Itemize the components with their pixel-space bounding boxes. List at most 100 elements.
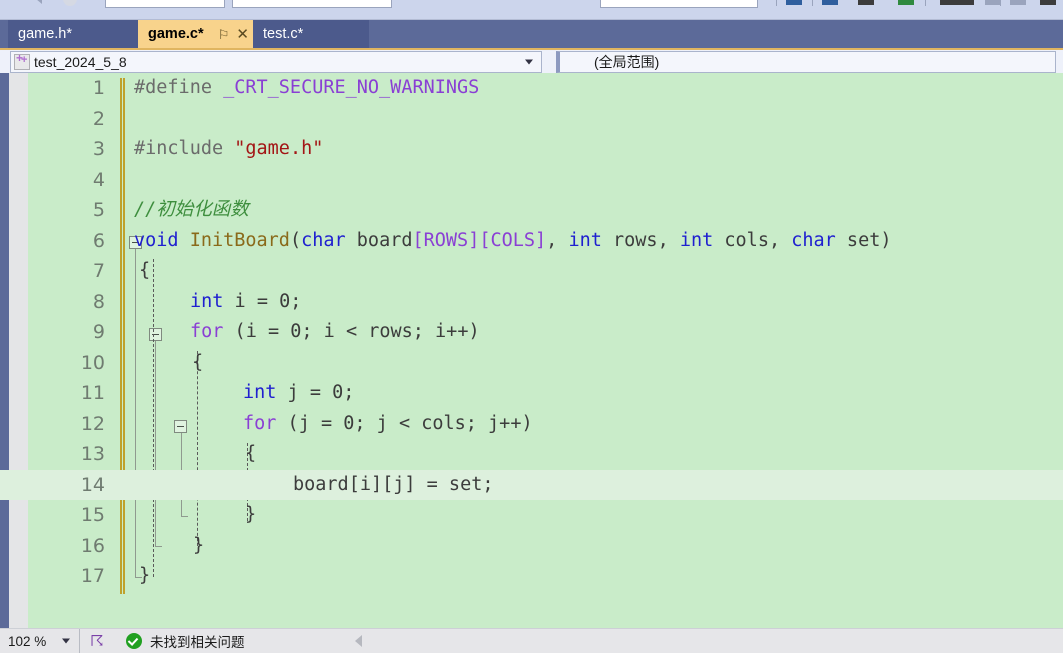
zoom-level-value: 102 % bbox=[8, 633, 47, 649]
code-line[interactable]: 15 } bbox=[0, 500, 1063, 531]
token-cols-macro: COLS bbox=[490, 229, 536, 251]
horizontal-scroll-left-arrow[interactable] bbox=[354, 635, 362, 647]
visual-studio-window: game.h* game.c* ⚐ ✕ test.c* test_2024_5_… bbox=[0, 0, 1063, 653]
panel-icon[interactable] bbox=[985, 0, 1001, 5]
line-text: int j = 0; bbox=[243, 378, 354, 409]
list-icon[interactable] bbox=[1010, 0, 1026, 5]
token-for: for bbox=[190, 321, 224, 342]
line-text: } bbox=[193, 534, 205, 556]
line-number: 8 bbox=[92, 290, 105, 313]
code-line[interactable]: 8 int i = 0; bbox=[0, 287, 1063, 318]
close-icon[interactable]: ✕ bbox=[236, 27, 249, 42]
project-name: test_2024_5_8 bbox=[34, 54, 127, 70]
tab-game-c[interactable]: game.c* ⚐ ✕ bbox=[138, 20, 253, 48]
redo-circle-icon[interactable] bbox=[63, 0, 77, 6]
undo-arrow-icon[interactable] bbox=[36, 0, 42, 4]
platform-combo[interactable] bbox=[232, 0, 392, 8]
main-toolbar bbox=[0, 0, 1063, 20]
code-line[interactable]: 17 } bbox=[0, 561, 1063, 592]
code-line[interactable]: 3 #include "game.h" bbox=[0, 134, 1063, 165]
line-number: 4 bbox=[92, 168, 105, 191]
status-message: 未找到相关问题 bbox=[150, 635, 245, 650]
code-editor[interactable]: 1 #define _CRT_SECURE_NO_WARNINGS 2 3 #i… bbox=[0, 73, 1063, 628]
code-line[interactable]: 5 //初始化函数 bbox=[0, 195, 1063, 226]
toolbar-separator bbox=[1000, 0, 1001, 6]
scope-dropdown[interactable]: (全局范围) bbox=[556, 51, 1056, 73]
chevron-down-icon[interactable] bbox=[525, 59, 533, 65]
token-macro: _CRT_SECURE_NO_WARNINGS bbox=[223, 77, 480, 98]
token-for-header: (j = 0; j < cols; j++) bbox=[276, 412, 533, 434]
token-rows-macro: ROWS bbox=[423, 229, 469, 251]
token-decl: i = 0; bbox=[223, 290, 302, 312]
code-lines: 1 #define _CRT_SECURE_NO_WARNINGS 2 3 #i… bbox=[0, 73, 1063, 592]
code-line[interactable]: 7 { bbox=[0, 256, 1063, 287]
pointer-icon[interactable] bbox=[858, 0, 874, 5]
code-line[interactable]: 1 #define _CRT_SECURE_NO_WARNINGS bbox=[0, 73, 1063, 104]
line-number: 11 bbox=[80, 382, 105, 404]
tab-label: game.h* bbox=[18, 26, 73, 42]
spell-check-icon[interactable]: ☈ bbox=[86, 632, 108, 650]
check-circle-icon bbox=[126, 633, 142, 649]
token-brace: { bbox=[192, 351, 204, 373]
token-comma: , bbox=[546, 229, 569, 251]
line-number: 16 bbox=[80, 534, 105, 557]
line-number: 2 bbox=[92, 107, 105, 130]
tab-test-c[interactable]: test.c* bbox=[253, 20, 369, 48]
line-text: { bbox=[192, 348, 203, 379]
search-combo[interactable] bbox=[600, 0, 758, 8]
token-for-header: (i = 0; i < rows; i++) bbox=[223, 321, 480, 342]
cpp-project-icon bbox=[14, 51, 30, 70]
line-text: board[i][j] = set; bbox=[293, 473, 494, 495]
line-number: 13 bbox=[80, 443, 105, 465]
code-line[interactable]: 12 for (j = 0; j < cols; j++) bbox=[0, 409, 1063, 440]
token-brace: { bbox=[245, 443, 257, 464]
pin-icon[interactable]: ⚐ bbox=[218, 28, 230, 41]
add-icon[interactable] bbox=[898, 0, 914, 5]
pencil-icon[interactable] bbox=[786, 0, 802, 5]
line-number: 7 bbox=[92, 260, 105, 282]
code-line[interactable]: 13 { bbox=[0, 439, 1063, 470]
status-bar: 102 % ☈ 未找到相关问题 bbox=[0, 628, 1063, 653]
code-line[interactable]: 6 void InitBoard(char board[ROWS][COLS],… bbox=[0, 226, 1063, 257]
code-line[interactable]: 11 int j = 0; bbox=[0, 378, 1063, 409]
line-text: int i = 0; bbox=[190, 287, 301, 318]
code-line[interactable]: 10 { bbox=[0, 348, 1063, 379]
code-line[interactable]: 4 bbox=[0, 165, 1063, 196]
code-line[interactable]: 2 bbox=[0, 104, 1063, 135]
tab-game-h[interactable]: game.h* bbox=[8, 20, 138, 48]
line-number: 14 bbox=[80, 473, 105, 496]
line-number: 17 bbox=[80, 565, 105, 587]
line-text: #include "game.h" bbox=[134, 134, 323, 165]
zoom-level-dropdown[interactable]: 102 % bbox=[0, 629, 80, 653]
configuration-combo[interactable] bbox=[105, 0, 225, 8]
line-text: //初始化函数 bbox=[134, 195, 249, 226]
step-icon[interactable] bbox=[1040, 0, 1056, 5]
tab-label: game.c* bbox=[148, 26, 204, 42]
line-text: void InitBoard(char board[ROWS][COLS], i… bbox=[134, 226, 892, 257]
code-line-current[interactable]: 14 board[i][j] = set; bbox=[0, 469, 1063, 500]
token-bracket: ] bbox=[468, 229, 480, 251]
console-icon[interactable] bbox=[940, 0, 974, 5]
token-param: cols, bbox=[713, 229, 792, 251]
line-text: { bbox=[139, 256, 150, 287]
toolbar-separator bbox=[812, 0, 813, 6]
code-line[interactable]: 16 } bbox=[0, 531, 1063, 562]
token-param: rows, bbox=[601, 229, 680, 251]
token-param: set) bbox=[835, 229, 892, 251]
chevron-down-icon[interactable] bbox=[62, 638, 70, 644]
project-dropdown[interactable]: test_2024_5_8 bbox=[10, 51, 542, 73]
token-void: void bbox=[134, 229, 179, 251]
token-comment: //初始化函数 bbox=[134, 199, 249, 220]
token-for: for bbox=[243, 412, 277, 434]
window-layout-icon[interactable] bbox=[822, 0, 838, 5]
token-function-name: InitBoard bbox=[189, 229, 290, 251]
line-number: 6 bbox=[92, 229, 105, 252]
line-number: 12 bbox=[80, 412, 105, 435]
token-int: int bbox=[679, 229, 714, 251]
line-text: for (j = 0; j < cols; j++) bbox=[243, 409, 533, 440]
line-number: 3 bbox=[92, 138, 105, 160]
token-header-string: "game.h" bbox=[234, 138, 324, 159]
token-bracket: [ bbox=[412, 229, 424, 251]
code-line[interactable]: 9 for (i = 0; i < rows; i++) bbox=[0, 317, 1063, 348]
token-define: #define bbox=[134, 77, 212, 98]
